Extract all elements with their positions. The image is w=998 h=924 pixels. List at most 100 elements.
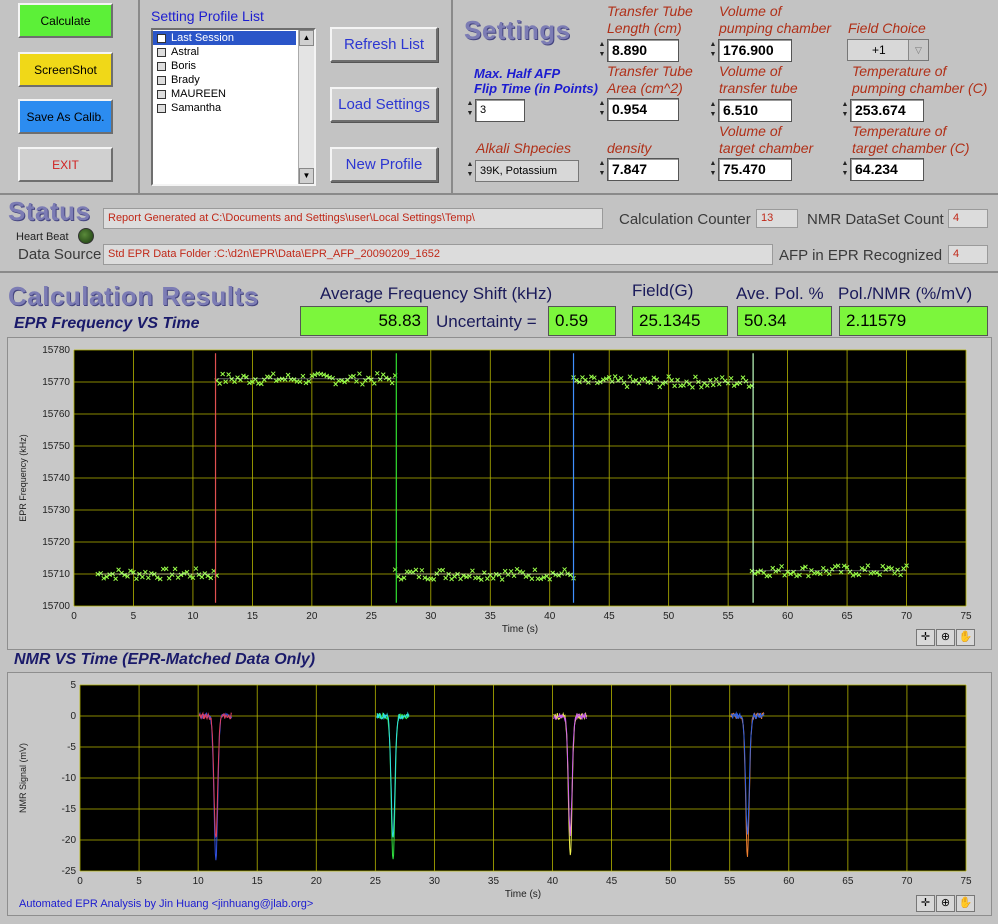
temp-pump-input[interactable]: 253.674 xyxy=(850,99,924,122)
separator xyxy=(0,193,998,195)
pol-nmr-value: 2.11579 xyxy=(839,306,988,336)
density-spinner[interactable]: ▲ ▼ xyxy=(598,159,606,181)
checkbox-icon[interactable] xyxy=(157,48,166,57)
scroll-down-icon[interactable]: ▼ xyxy=(299,168,314,184)
vol-pump-input[interactable]: 176.900 xyxy=(718,39,792,62)
temp-target-input[interactable]: 64.234 xyxy=(850,158,924,181)
load-settings-button[interactable]: Load Settings xyxy=(330,87,438,122)
pan-hand-icon[interactable]: ✋ xyxy=(956,629,975,646)
tt-area-input[interactable]: 0.954 xyxy=(607,98,679,121)
density-input[interactable]: 7.847 xyxy=(607,158,679,181)
profile-list-item[interactable]: Astral xyxy=(153,45,296,59)
y-tick-label: 15760 xyxy=(42,409,70,420)
vol-pump-spinner[interactable]: ▲ ▼ xyxy=(709,40,717,62)
vol-tt-input[interactable]: 6.510 xyxy=(718,99,792,122)
temp-target-spinner[interactable]: ▲ ▼ xyxy=(841,159,849,181)
profile-list-item-label: Samantha xyxy=(171,102,222,114)
refresh-list-button[interactable]: Refresh List xyxy=(330,27,438,62)
afp-label-2: Flip Time (in Points) xyxy=(474,81,598,96)
y-tick-label: 15710 xyxy=(42,569,70,580)
vol-target-spinner[interactable]: ▲ ▼ xyxy=(709,159,717,181)
profile-list-item[interactable]: Brady xyxy=(153,73,296,87)
vol-tt-spinner[interactable]: ▲ ▼ xyxy=(709,100,717,122)
alkali-label: Alkali Shpecies xyxy=(476,140,571,156)
list-scrollbar[interactable]: ▲ ▼ xyxy=(298,30,314,184)
x-tick-label: 60 xyxy=(783,876,795,887)
x-tick-label: 40 xyxy=(547,876,559,887)
checkbox-icon[interactable] xyxy=(157,76,166,85)
temp-pump-label: Temperature of pumping chamber (C) xyxy=(852,63,988,96)
nmr-chart-frame: 0 5 10 15 20 25 30 35 40 45 50 55 60 65 70 75 -25 -20 -15-… xyxy=(7,672,992,916)
temp-pump-spinner[interactable]: ▲ ▼ xyxy=(841,100,849,122)
tt-area-spinner[interactable]: ▲ ▼ xyxy=(598,99,606,121)
x-tick-label: 40 xyxy=(544,611,556,622)
checkbox-icon[interactable] xyxy=(157,104,166,113)
x-tick-label: 75 xyxy=(960,611,972,622)
ave-pol-value: 50.34 xyxy=(737,306,832,336)
afp-spinner[interactable]: ▲ ▼ xyxy=(466,99,474,121)
screenshot-button[interactable]: ScreenShot xyxy=(18,52,113,87)
y-axis-label: EPR Frequency (kHz) xyxy=(18,434,28,522)
profile-list-title: Setting Profile List xyxy=(151,8,264,24)
tt-length-spinner[interactable]: ▲ ▼ xyxy=(598,40,606,62)
field-choice-select[interactable]: +1 ▽ xyxy=(847,39,929,61)
x-tick-label: 25 xyxy=(366,611,378,622)
y-tick-label: -15 xyxy=(62,804,77,815)
tt-length-input[interactable]: 8.890 xyxy=(607,39,679,62)
crosshair-icon[interactable]: ✛ xyxy=(916,895,935,912)
profile-list[interactable]: Last Session Astral Boris Brady MAUREEN Saman… xyxy=(151,28,316,186)
zoom-icon[interactable]: ⊕ xyxy=(936,629,955,646)
y-tick-label: 15730 xyxy=(42,505,70,516)
y-tick-label: -10 xyxy=(62,773,77,784)
x-tick-label: 10 xyxy=(193,876,205,887)
checkbox-icon[interactable] xyxy=(157,62,166,71)
x-axis-label: Time (s) xyxy=(502,624,538,635)
separator xyxy=(0,271,998,273)
y-tick-label: 15720 xyxy=(42,537,70,548)
alkali-select[interactable]: 39K, Potassium xyxy=(475,160,579,182)
calc-counter: 13 xyxy=(756,209,798,228)
vol-pump-label: Volume of pumping chamber xyxy=(719,3,832,36)
scroll-up-icon[interactable]: ▲ xyxy=(299,30,314,46)
profile-list-item[interactable]: Samantha xyxy=(153,101,296,115)
avg-freq-label: Average Frequency Shift (kHz) xyxy=(320,284,553,303)
checkbox-icon[interactable] xyxy=(157,90,166,99)
y-tick-label: 0 xyxy=(70,711,76,722)
footer-credit: Automated EPR Analysis by Jin Huang <jin… xyxy=(19,898,314,910)
checkbox-icon[interactable] xyxy=(157,34,166,43)
x-tick-label: 65 xyxy=(842,876,854,887)
profile-list-item[interactable]: Last Session xyxy=(153,31,296,45)
data-source-path: Std EPR Data Folder :C:\d2n\EPR\Data\EPR… xyxy=(103,244,773,265)
y-tick-label: 5 xyxy=(70,680,76,691)
heartbeat-led-icon xyxy=(78,228,94,244)
vol-target-label: Volume of target chamber xyxy=(719,123,814,156)
dropdown-arrow-icon[interactable]: ▽ xyxy=(908,40,928,60)
new-profile-button[interactable]: New Profile xyxy=(330,147,438,182)
x-tick-label: 35 xyxy=(488,876,500,887)
x-tick-label: 0 xyxy=(71,611,77,622)
epr-chart-frame: 0 5 10 15 20 25 30 35 40 45 50 55 60 65 70 75 15700 15710… xyxy=(7,337,992,650)
vol-target-input[interactable]: 75.470 xyxy=(718,158,792,181)
x-tick-label: 30 xyxy=(425,611,437,622)
x-tick-label: 10 xyxy=(187,611,199,622)
x-tick-label: 15 xyxy=(247,611,259,622)
tt-length-label: Transfer Tube Length (cm) xyxy=(607,3,693,36)
afp-input[interactable]: 3 xyxy=(475,99,525,122)
alkali-spinner[interactable]: ▲ ▼ xyxy=(466,160,474,182)
x-tick-label: 45 xyxy=(604,611,616,622)
profile-list-item[interactable]: MAUREEN xyxy=(153,87,296,101)
crosshair-icon[interactable]: ✛ xyxy=(916,629,935,646)
profile-list-item-label: Astral xyxy=(171,46,200,58)
save-calib-button[interactable]: Save As Calib. xyxy=(18,99,113,134)
x-tick-label: 15 xyxy=(252,876,264,887)
profile-list-item-label: Brady xyxy=(171,74,200,86)
profile-list-item[interactable]: Boris xyxy=(153,59,296,73)
pol-nmr-label: Pol./NMR (%/mV) xyxy=(838,284,973,303)
zoom-icon[interactable]: ⊕ xyxy=(936,895,955,912)
x-tick-label: 50 xyxy=(663,611,675,622)
y-tick-label: -25 xyxy=(62,866,77,877)
x-tick-label: 25 xyxy=(370,876,382,887)
calculate-button[interactable]: Calculate xyxy=(18,3,113,38)
pan-hand-icon[interactable]: ✋ xyxy=(956,895,975,912)
exit-button[interactable]: EXIT xyxy=(18,147,113,182)
